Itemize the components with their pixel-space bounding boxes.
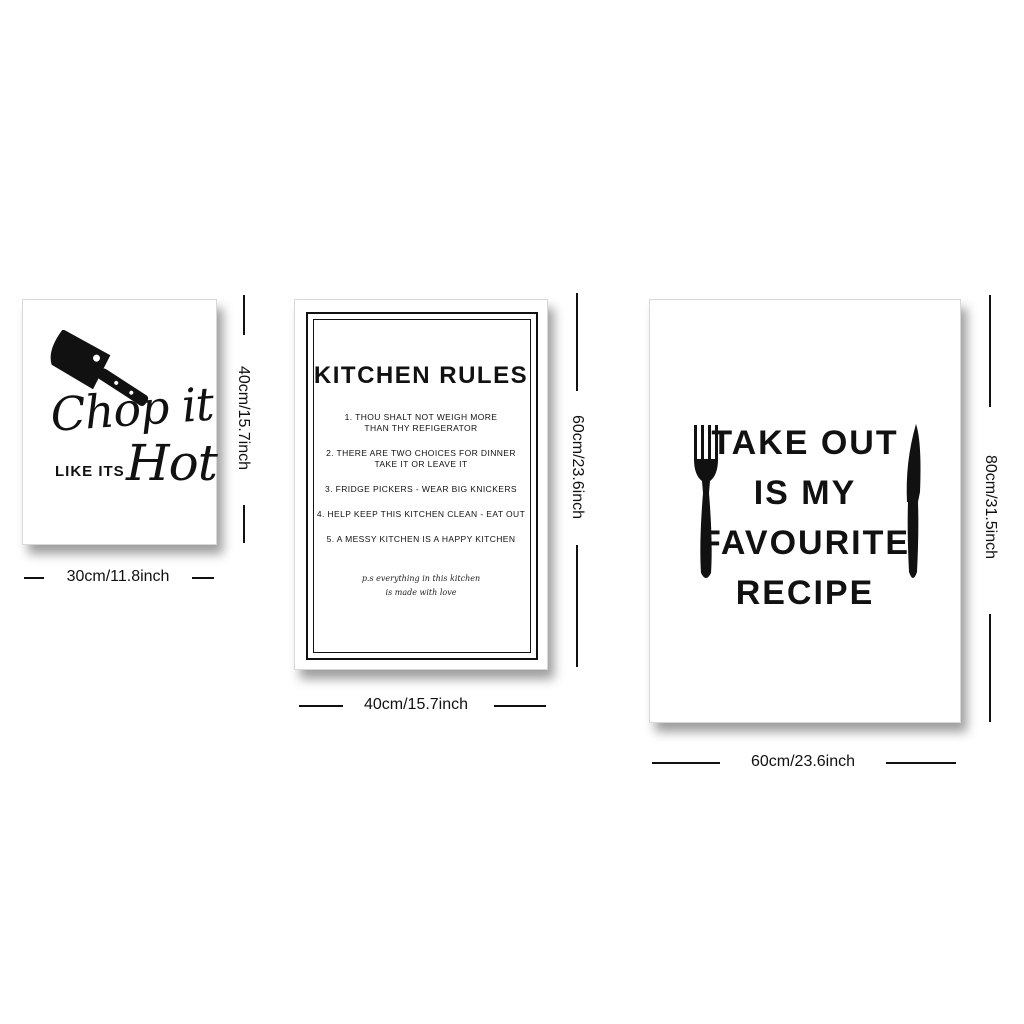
like-its-text: LIKE ITS: [55, 463, 125, 480]
dimension-tick: [494, 705, 546, 707]
width-label-poster-3: 60cm/23.6inch: [750, 753, 856, 770]
dimension-tick: [989, 295, 991, 407]
height-label-poster-1: 40cm/15.7inch: [235, 365, 252, 471]
hot-script: Hot: [126, 434, 218, 492]
poster-chop-it: Chop it LIKE ITS Hot: [22, 299, 218, 545]
rules-list: 1. THOU SHALT NOT WEIGH MORE THAN THY RE…: [295, 412, 547, 559]
chop-it-script: Chop it: [48, 376, 215, 442]
dimension-tick: [652, 762, 720, 764]
dimension-tick: [886, 762, 956, 764]
dimension-tick: [24, 577, 44, 579]
height-label-poster-3: 80cm/31.5inch: [982, 454, 999, 560]
dimension-tick: [243, 505, 245, 543]
rule-item: 4. HELP KEEP THIS KITCHEN CLEAN - EAT OU…: [316, 509, 526, 519]
rule-item: 3. FRIDGE PICKERS - WEAR BIG KNICKERS: [325, 484, 517, 494]
rule-item: 2. THERE ARE TWO CHOICES FOR DINNER TAKE…: [326, 448, 516, 469]
dimension-tick: [243, 295, 245, 335]
take-out-text: TAKE OUT IS MY FAVOURITE RECIPE: [699, 424, 911, 612]
kitchen-rules-title: KITCHEN RULES: [313, 362, 529, 389]
rule-item: 5. A MESSY KITCHEN IS A HAPPY KITCHEN: [326, 534, 516, 544]
dimension-tick: [192, 577, 214, 579]
dimension-tick: [989, 614, 991, 722]
rules-footer: p.s everything in this kitchen is made w…: [361, 574, 481, 597]
dimension-tick: [299, 705, 343, 707]
width-label-poster-1: 30cm/11.8inch: [66, 568, 170, 585]
rule-item: 1. THOU SHALT NOT WEIGH MORE THAN THY RE…: [344, 412, 498, 433]
height-label-poster-2: 60cm/23.6inch: [569, 414, 586, 520]
poster-kitchen-rules: KITCHEN RULES 1. THOU SHALT NOT WEIGH MO…: [294, 299, 548, 670]
poster-take-out: TAKE OUT IS MY FAVOURITE RECIPE: [649, 299, 961, 723]
dimension-tick: [576, 293, 578, 391]
dimension-tick: [576, 545, 578, 667]
width-label-poster-2: 40cm/15.7inch: [363, 696, 469, 713]
